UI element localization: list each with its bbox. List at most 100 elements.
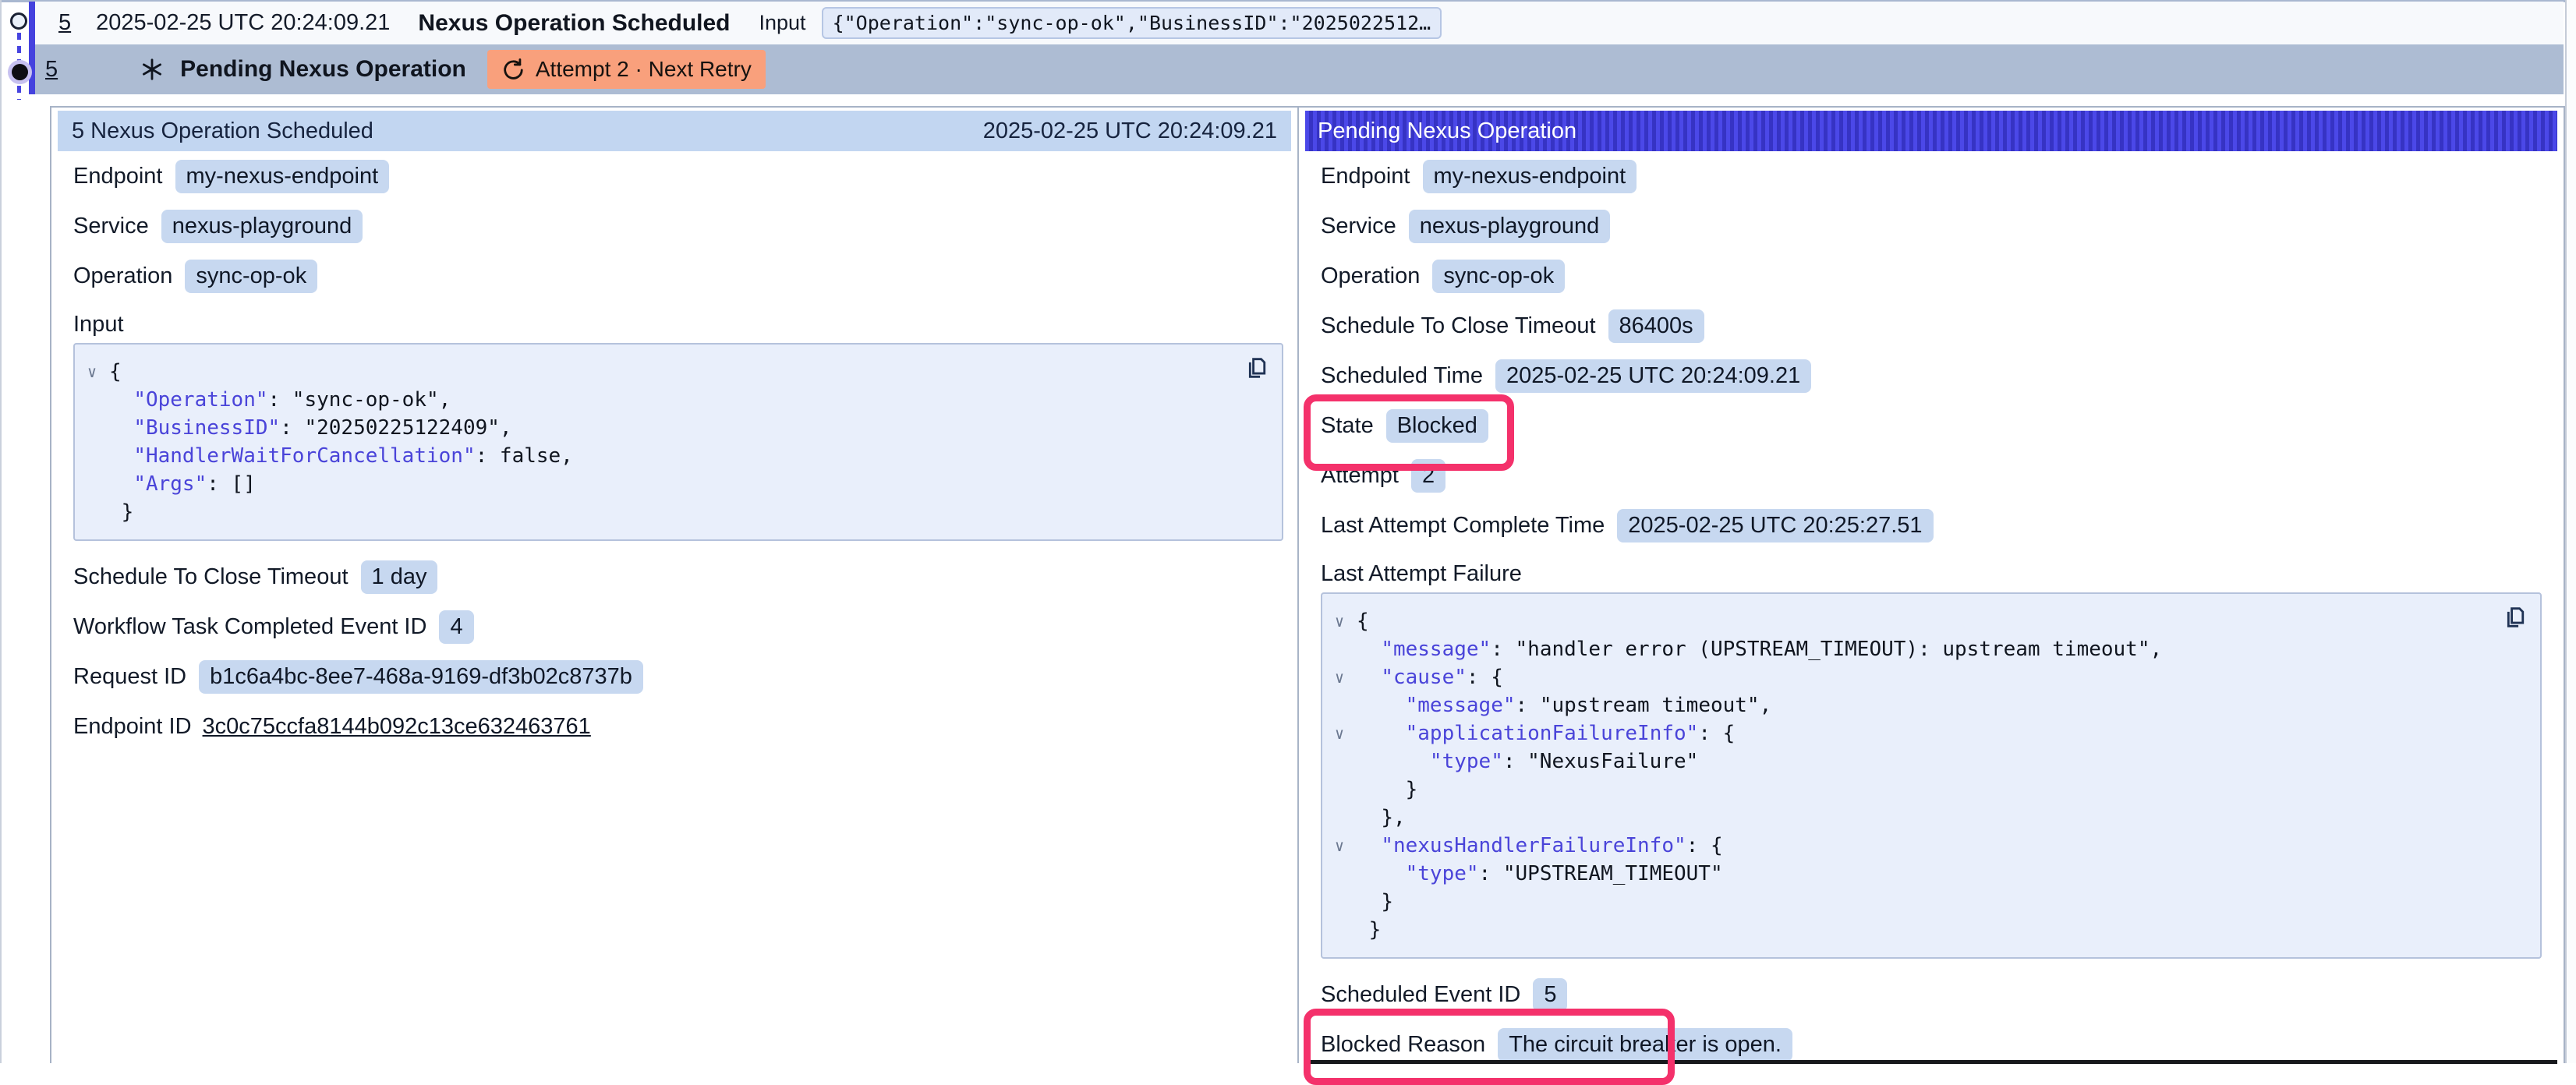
row-value-badge: 2025-02-25 UTC 20:25:27.51 <box>1617 509 1933 542</box>
event-id-link[interactable]: 5 <box>58 10 71 36</box>
row-label: Request ID <box>73 664 186 690</box>
collapse-chevron-icon <box>1330 747 1357 776</box>
collapse-chevron-icon <box>1330 691 1357 719</box>
collapse-chevron-icon <box>83 442 109 470</box>
row-value-badge: 1 day <box>361 560 438 594</box>
detail-row-service: Service nexus-playground <box>73 209 1291 243</box>
row-value-badge: 4 <box>439 610 473 644</box>
collapse-chevron-icon[interactable]: ∨ <box>1330 607 1357 635</box>
vertical-scrollbar-track[interactable] <box>2565 0 2576 1063</box>
collapse-chevron-icon[interactable]: ∨ <box>83 358 109 386</box>
collapse-chevron-icon <box>1330 635 1357 663</box>
event-detail-container: 5 Nexus Operation Scheduled 2025-02-25 U… <box>50 106 2565 1063</box>
row-label: Attempt <box>1321 463 1399 489</box>
event-input-preview[interactable]: {"Operation":"sync-op-ok","BusinessID":"… <box>822 7 1442 39</box>
collapse-chevron-icon <box>83 498 109 526</box>
row-value-badge: b1c6a4bc-8ee7-468a-9169-df3b02c8737b <box>199 660 643 694</box>
state-value-badge: Blocked <box>1386 409 1488 443</box>
retry-status-badge: Attempt 2 · Next Retry <box>487 50 766 89</box>
row-label: Scheduled Time <box>1321 363 1483 389</box>
event-timestamp: 2025-02-25 UTC 20:24:09.21 <box>96 10 390 36</box>
collapse-chevron-icon <box>83 470 109 498</box>
collapse-chevron-icon[interactable]: ∨ <box>1330 719 1357 747</box>
row-label: Schedule To Close Timeout <box>73 564 349 590</box>
pending-operation-header: Pending Nexus Operation <box>1305 111 2557 151</box>
retry-badge-label: Attempt 2 · Next Retry <box>536 57 752 82</box>
collapse-chevron-icon <box>83 386 109 414</box>
row-value-badge: sync-op-ok <box>185 260 317 293</box>
event-detail-header-title: 5 Nexus Operation Scheduled <box>72 118 373 144</box>
collapse-chevron-icon <box>1330 804 1357 832</box>
event-detail-panel: 5 Nexus Operation Scheduled 2025-02-25 U… <box>51 108 1299 1063</box>
event-row-nexus-operation-scheduled[interactable]: 5 2025-02-25 UTC 20:24:09.21 Nexus Opera… <box>35 2 2564 44</box>
collapse-chevron-icon <box>83 414 109 442</box>
collapse-chevron-icon[interactable]: ∨ <box>1330 663 1357 691</box>
row-label: Schedule To Close Timeout <box>1321 313 1596 339</box>
window-left-border <box>0 0 2 1063</box>
detail-row-scheduled-time: Scheduled Time 2025-02-25 UTC 20:24:09.2… <box>1321 359 2557 393</box>
detail-row-endpoint: Endpoint my-nexus-endpoint <box>73 159 1291 193</box>
row-value-badge: nexus-playground <box>1409 210 1611 243</box>
row-label: Service <box>73 214 149 239</box>
detail-row-endpoint-id: Endpoint ID 3c0c75ccfa8144b092c13ce63246… <box>73 709 1291 744</box>
event-detail-header: 5 Nexus Operation Scheduled 2025-02-25 U… <box>58 111 1291 151</box>
blocked-reason-value-badge: The circuit breaker is open. <box>1498 1028 1792 1062</box>
row-value-badge: nexus-playground <box>161 210 363 243</box>
detail-row-schedule-to-close-timeout: Schedule To Close Timeout 86400s <box>1321 309 2557 343</box>
collapse-chevron-icon <box>1330 776 1357 804</box>
detail-row-state: State Blocked <box>1321 408 2557 443</box>
event-input-label: Input <box>759 11 806 35</box>
row-label: Operation <box>1321 263 1420 289</box>
row-value-badge: 86400s <box>1608 309 1704 343</box>
detail-row-service: Service nexus-playground <box>1321 209 2557 243</box>
copy-button[interactable] <box>1240 354 1269 383</box>
copy-button[interactable] <box>2498 603 2528 633</box>
detail-row-workflow-task-completed-event-id: Workflow Task Completed Event ID 4 <box>73 610 1291 644</box>
row-label: State <box>1321 413 1374 439</box>
detail-row-request-id: Request ID b1c6a4bc-8ee7-468a-9169-df3b0… <box>73 659 1291 694</box>
pending-event-title: Pending Nexus Operation <box>180 56 466 83</box>
detail-row-operation: Operation sync-op-ok <box>73 259 1291 293</box>
row-value-badge: 2025-02-25 UTC 20:24:09.21 <box>1495 359 1811 393</box>
row-label: Endpoint ID <box>73 714 192 740</box>
selected-event-accent-bar <box>29 2 35 94</box>
last-attempt-failure-section-label: Last Attempt Failure <box>1321 558 2557 589</box>
row-value-badge: 5 <box>1533 978 1567 1012</box>
input-section-label: Input <box>73 309 1291 340</box>
row-label: Workflow Task Completed Event ID <box>73 614 426 640</box>
nexus-asterisk-icon <box>140 58 164 81</box>
pending-nexus-operation-row[interactable]: 5 Pending Nexus Operation Attempt 2 · Ne… <box>35 44 2564 94</box>
row-value-badge: 2 <box>1411 459 1445 493</box>
row-label: Blocked Reason <box>1321 1032 1485 1058</box>
detail-row-endpoint: Endpoint my-nexus-endpoint <box>1321 159 2557 193</box>
detail-row-operation: Operation sync-op-ok <box>1321 259 2557 293</box>
row-label: Last Attempt Complete Time <box>1321 513 1605 539</box>
copy-icon <box>1241 355 1268 381</box>
event-name: Nexus Operation Scheduled <box>418 10 730 37</box>
pending-operation-header-title: Pending Nexus Operation <box>1318 118 1576 144</box>
timeline-node-current-icon <box>12 64 28 80</box>
detail-row-attempt: Attempt 2 <box>1321 458 2557 493</box>
collapse-chevron-icon[interactable]: ∨ <box>1330 832 1357 860</box>
row-value-badge: my-nexus-endpoint <box>175 160 390 193</box>
row-label: Endpoint <box>1321 164 1410 189</box>
detail-row-blocked-reason: Blocked Reason The circuit breaker is op… <box>1321 1027 2557 1062</box>
collapse-chevron-icon <box>1330 860 1357 888</box>
detail-row-schedule-to-close-timeout: Schedule To Close Timeout 1 day <box>73 560 1291 594</box>
pending-event-id-link[interactable]: 5 <box>45 57 58 83</box>
row-value-badge: my-nexus-endpoint <box>1423 160 1637 193</box>
collapse-chevron-icon <box>1330 916 1357 944</box>
event-detail-header-time: 2025-02-25 UTC 20:24:09.21 <box>983 118 1277 144</box>
pending-operation-panel: Pending Nexus Operation Endpoint my-nexu… <box>1299 108 2564 1063</box>
row-label: Scheduled Event ID <box>1321 982 1520 1008</box>
row-label: Service <box>1321 214 1396 239</box>
input-json-viewer: ∨{ "Operation": "sync-op-ok", "BusinessI… <box>73 343 1283 541</box>
endpoint-id-link[interactable]: 3c0c75ccfa8144b092c13ce632463761 <box>203 714 591 740</box>
row-label: Operation <box>73 263 172 289</box>
timeline-node-open-icon <box>10 12 27 30</box>
detail-row-scheduled-event-id: Scheduled Event ID 5 <box>1321 977 2557 1012</box>
collapse-chevron-icon <box>1330 888 1357 916</box>
failure-json-viewer: ∨{ "message": "handler error (UPSTREAM_T… <box>1321 592 2542 959</box>
row-value-badge: sync-op-ok <box>1432 260 1565 293</box>
detail-row-last-attempt-complete-time: Last Attempt Complete Time 2025-02-25 UT… <box>1321 508 2557 542</box>
